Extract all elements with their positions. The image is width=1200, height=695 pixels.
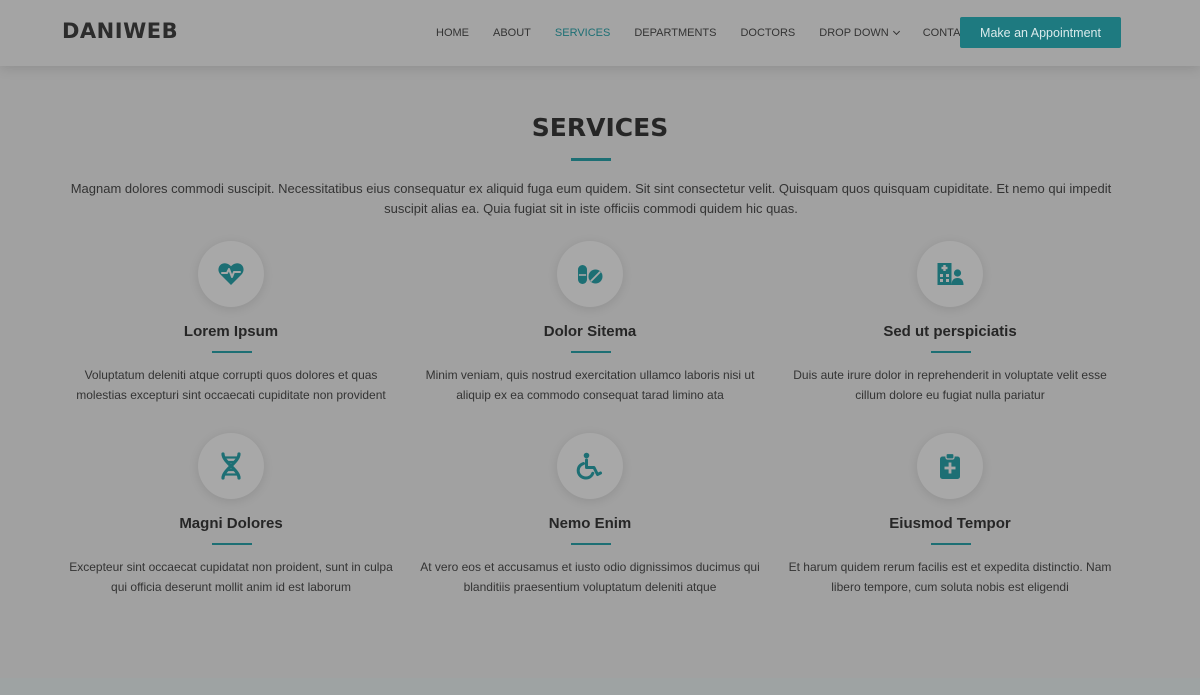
nav-about[interactable]: ABOUT: [493, 27, 531, 39]
service-title: Dolor Sitema: [543, 323, 637, 340]
service-text: At vero eos et accusamus et iusto odio d…: [420, 560, 760, 594]
service-divider: [931, 543, 971, 545]
wheelchair-icon: [557, 433, 623, 499]
service-text: Voluptatum deleniti atque corrupti quos …: [76, 368, 386, 402]
service-text: Et harum quidem rerum facilis est et exp…: [788, 560, 1112, 594]
site-logo[interactable]: DANIWEB: [62, 19, 178, 43]
hospital-user-icon: [917, 241, 983, 307]
service-divider: [571, 351, 611, 353]
nav-home[interactable]: HOME: [436, 27, 469, 39]
pills-icon: [557, 241, 623, 307]
make-appointment-button[interactable]: Make an Appointment: [960, 17, 1121, 48]
title-divider: [571, 158, 611, 161]
nav-departments[interactable]: DEPARTMENTS: [634, 27, 716, 39]
chevron-down-icon: [892, 27, 900, 36]
service-divider: [212, 543, 252, 545]
nav-dropdown-label: DROP DOWN: [819, 27, 889, 39]
notes-medical-icon: [917, 433, 983, 499]
service-divider: [931, 351, 971, 353]
section-description: Magnam dolores commodi suscipit. Necessi…: [70, 181, 1112, 216]
main-nav: HOME ABOUT SERVICES DEPARTMENTS DOCTORS …: [436, 26, 999, 40]
nav-services[interactable]: SERVICES: [555, 27, 610, 39]
service-divider: [212, 351, 252, 353]
service-title: Magni Dolores: [179, 515, 283, 532]
section-title: SERVICES: [531, 113, 669, 142]
service-divider: [571, 543, 611, 545]
service-text: Minim veniam, quis nostrud exercitation …: [425, 368, 755, 402]
service-text: Excepteur sint occaecat cupidatat non pr…: [69, 560, 393, 594]
heart-pulse-icon: [198, 241, 264, 307]
site-header: DANIWEB HOME ABOUT SERVICES DEPARTMENTS …: [0, 0, 1200, 66]
service-text: Duis aute irure dolor in reprehenderit i…: [793, 368, 1107, 402]
next-section-edge: [0, 678, 1200, 695]
service-title: Lorem Ipsum: [183, 323, 279, 340]
service-title: Sed ut perspiciatis: [883, 323, 1017, 340]
nav-dropdown[interactable]: DROP DOWN: [819, 27, 900, 39]
dna-icon: [198, 433, 264, 499]
nav-doctors[interactable]: DOCTORS: [740, 27, 795, 39]
service-title: Eiusmod Tempor: [889, 515, 1011, 532]
service-title: Nemo Enim: [548, 515, 632, 532]
